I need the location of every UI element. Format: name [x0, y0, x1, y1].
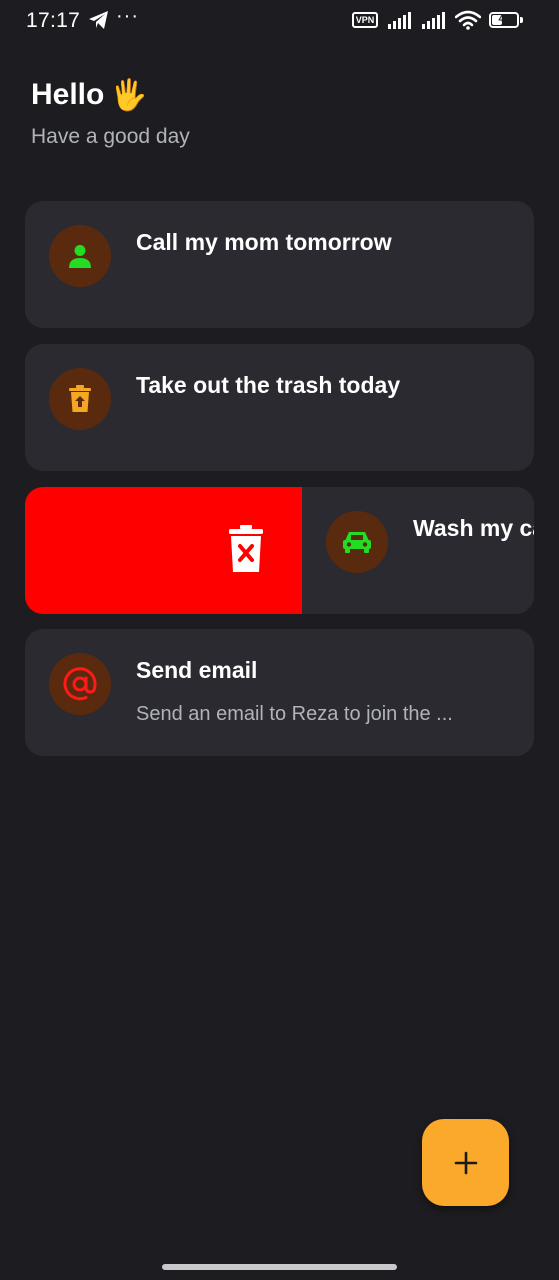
task-icon-badge — [49, 653, 111, 715]
task-title: Wash my car — [413, 515, 534, 541]
person-icon — [69, 245, 91, 268]
trash-icon — [69, 385, 91, 412]
task-title: Take out the trash today — [136, 372, 401, 398]
battery-level-text: 43 — [498, 14, 510, 25]
swiped-task-content[interactable]: Wash my car — [302, 487, 534, 614]
vpn-badge: VPN — [352, 12, 378, 28]
task-description: Send an email to Reza to join the ... — [136, 703, 453, 725]
more-notifications-icon: ··· — [116, 5, 139, 27]
swipe-delete-action[interactable] — [25, 487, 302, 614]
at-icon — [63, 667, 97, 701]
wifi-icon — [455, 10, 481, 30]
add-task-button[interactable] — [422, 1119, 509, 1206]
car-icon — [343, 532, 371, 553]
task-icon-badge — [49, 225, 111, 287]
task-card-swiped[interactable]: Wash my car — [25, 487, 534, 614]
task-title: Send email — [136, 657, 258, 683]
status-time: 17:17 — [26, 9, 81, 32]
task-icon-badge — [326, 511, 388, 573]
waving-hand-icon: 🖐 — [110, 79, 148, 112]
task-icon-badge — [49, 368, 111, 430]
status-bar: 17:17 ··· VPN 43 — [0, 0, 559, 44]
task-card[interactable]: Send email Send an email to Reza to join… — [25, 629, 534, 756]
battery-icon: 43 — [489, 12, 519, 28]
delete-icon — [229, 525, 263, 572]
signal-icon — [388, 12, 411, 29]
task-card[interactable]: Call my mom tomorrow — [25, 201, 534, 328]
telegram-icon — [89, 11, 108, 29]
greeting-text: Hello — [31, 78, 105, 111]
greeting-title: Hello 🖐 — [31, 78, 148, 113]
task-card[interactable]: Take out the trash today — [25, 344, 534, 471]
task-title: Call my mom tomorrow — [136, 229, 392, 255]
greeting-subtitle: Have a good day — [31, 125, 190, 148]
home-indicator[interactable] — [162, 1264, 397, 1270]
battery-cap — [520, 17, 523, 23]
plus-icon — [454, 1151, 477, 1174]
signal-icon — [422, 12, 445, 29]
